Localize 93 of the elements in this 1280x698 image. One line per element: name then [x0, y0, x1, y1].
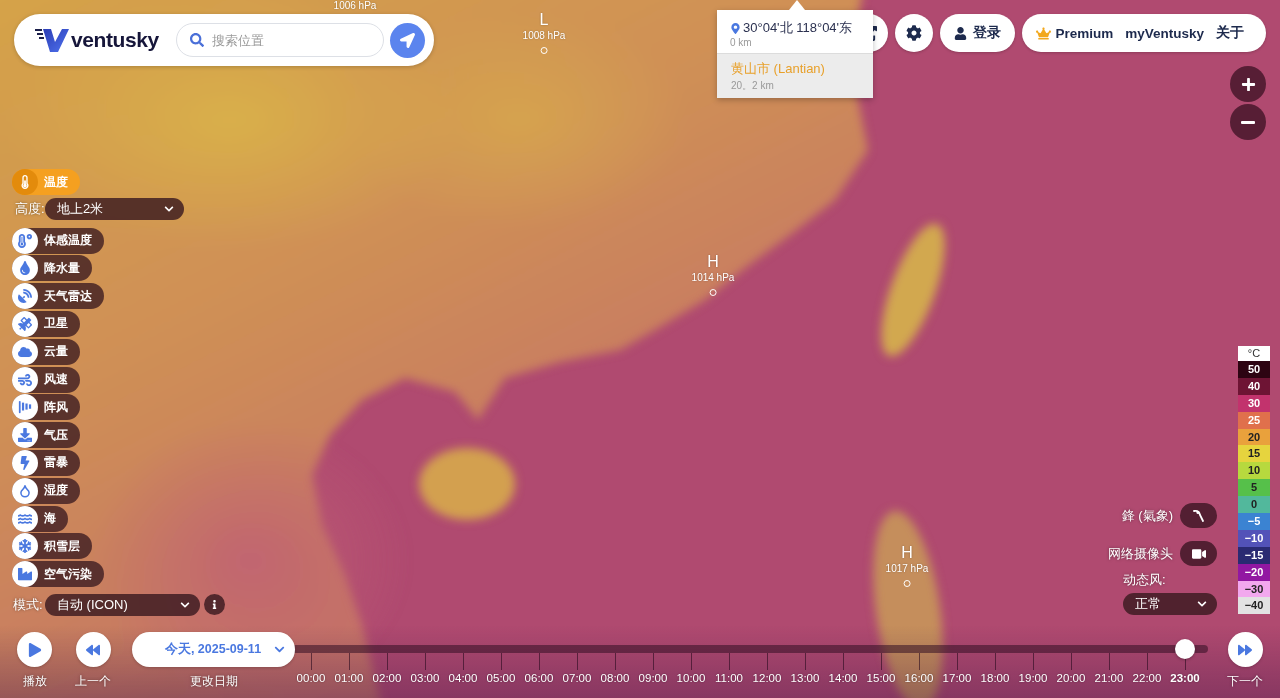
premium-link[interactable]: Premium — [1036, 25, 1114, 41]
hour-label[interactable]: 05:00 — [486, 672, 516, 684]
coordinates-text: 30°04'北 118°04'东 — [743, 19, 853, 37]
layer-button[interactable]: 空气污染 — [12, 561, 104, 588]
logo-icon — [35, 27, 69, 53]
wind-label: 动态风: — [1123, 573, 1166, 587]
hour-label[interactable]: 18:00 — [980, 672, 1010, 684]
video-camera-icon — [1191, 546, 1206, 561]
windsock-icon — [12, 394, 38, 421]
logo-link[interactable]: ventusky — [35, 27, 160, 53]
hour-label[interactable]: 02:00 — [372, 672, 402, 684]
navigation-arrow-icon — [400, 32, 415, 48]
pressure-letter: L — [539, 12, 549, 28]
satellite-dish-icon — [12, 283, 38, 310]
search-field[interactable]: 搜索位置 — [176, 23, 384, 57]
hour-label[interactable]: 09:00 — [638, 672, 668, 684]
hour-label[interactable]: 20:00 — [1056, 672, 1086, 684]
search-icon — [190, 33, 204, 47]
button-caption: 播放 — [22, 674, 47, 688]
legend-cell: 15 — [1238, 445, 1270, 463]
info-icon — [210, 600, 219, 610]
hour-label[interactable]: 13:00 — [790, 672, 820, 684]
pressure-reading: 1017 hPa — [885, 563, 929, 575]
button-caption: 上一个 — [75, 674, 111, 688]
layer-button[interactable]: 积雪层 — [12, 533, 92, 560]
hour-label[interactable]: 22:00 — [1132, 672, 1162, 684]
hour-label[interactable]: 00:00 — [296, 672, 326, 684]
map-pin-icon — [730, 22, 741, 34]
layer-button[interactable]: 天气雷达 — [12, 283, 104, 310]
pressure-letter: H — [901, 545, 913, 561]
play-icon — [27, 642, 42, 657]
hour-label[interactable]: 01:00 — [334, 672, 364, 684]
timeline-track[interactable] — [292, 639, 1208, 659]
hour-label[interactable]: 19:00 — [1018, 672, 1048, 684]
chevron-down-icon — [180, 599, 190, 610]
thermometer-icon — [12, 169, 38, 195]
pressure-reading: 1008 hPa — [522, 30, 566, 42]
overlay-label: 网络摄像头 — [1108, 544, 1173, 563]
layer-button[interactable]: 阵风 — [12, 394, 80, 421]
legend-cell: −5 — [1238, 513, 1270, 530]
pressure-reading: 1014 hPa — [691, 272, 735, 284]
chevron-down-icon — [274, 644, 285, 655]
overlay-label: 鋒 (氣象) — [1121, 506, 1173, 525]
settings-icon — [906, 25, 923, 41]
snowflake-icon — [12, 533, 38, 560]
hour-label[interactable]: 06:00 — [524, 672, 554, 684]
legend-unit: °C — [1238, 346, 1270, 361]
hour-label[interactable]: 17:00 — [942, 672, 972, 684]
date-select[interactable]: 今天, 2025-09-11 — [132, 632, 295, 667]
elevation-text: 0 km — [730, 37, 753, 49]
minus-icon — [1241, 120, 1255, 124]
hour-label[interactable]: 23:00 — [1170, 672, 1200, 684]
download-icon — [12, 422, 38, 449]
about-link[interactable]: 关于 — [1216, 24, 1244, 42]
height-label: 高度: — [14, 199, 45, 218]
button-caption: 下一个 — [1227, 674, 1263, 688]
droplet-icon — [12, 255, 38, 282]
hour-label[interactable]: 04:00 — [448, 672, 478, 684]
place-name: 黄山市 (Lantian) — [731, 60, 826, 78]
hour-label[interactable]: 12:00 — [752, 672, 782, 684]
hour-label[interactable]: 21:00 — [1094, 672, 1124, 684]
pressure-letter: H — [707, 254, 719, 270]
hour-label[interactable]: 11:00 — [715, 672, 743, 684]
hour-label[interactable]: 14:00 — [828, 672, 858, 684]
pressure-reading: 1006 hPa — [333, 0, 377, 12]
chevron-down-icon — [1197, 599, 1207, 609]
account-link[interactable]: myVentusky — [1125, 25, 1204, 41]
user-icon — [954, 26, 968, 40]
crown-icon — [1036, 25, 1052, 41]
front-line-icon — [1192, 508, 1205, 523]
layer-button[interactable]: 气压 — [12, 422, 80, 449]
legend-cell: 5 — [1238, 479, 1270, 497]
wind-select[interactable]: 正常 — [1123, 593, 1217, 615]
factory-icon — [12, 561, 38, 588]
hour-label[interactable]: 10:00 — [676, 672, 706, 684]
legend-cell: 50 — [1238, 361, 1270, 378]
place-distance: 20。2 km — [731, 80, 775, 92]
legend-cell: 10 — [1238, 462, 1270, 480]
hour-label[interactable]: 03:00 — [410, 672, 440, 684]
mode-label: 模式: — [12, 595, 44, 614]
locate-button[interactable] — [390, 22, 425, 58]
rewind-icon — [86, 642, 100, 657]
fast-forward-icon — [1238, 642, 1252, 657]
layer-button[interactable]: 降水量 — [12, 255, 92, 282]
hour-label[interactable]: 16:00 — [904, 672, 934, 684]
legend-cell: −40 — [1238, 597, 1270, 615]
chevron-down-icon — [164, 203, 174, 214]
date-caption: 更改日期 — [189, 674, 238, 688]
hour-label[interactable]: 08:00 — [600, 672, 630, 684]
hour-label[interactable]: 07:00 — [562, 672, 592, 684]
legend-cell: 0 — [1238, 496, 1270, 513]
plus-icon — [1240, 76, 1256, 92]
hour-label[interactable]: 15:00 — [866, 672, 896, 684]
